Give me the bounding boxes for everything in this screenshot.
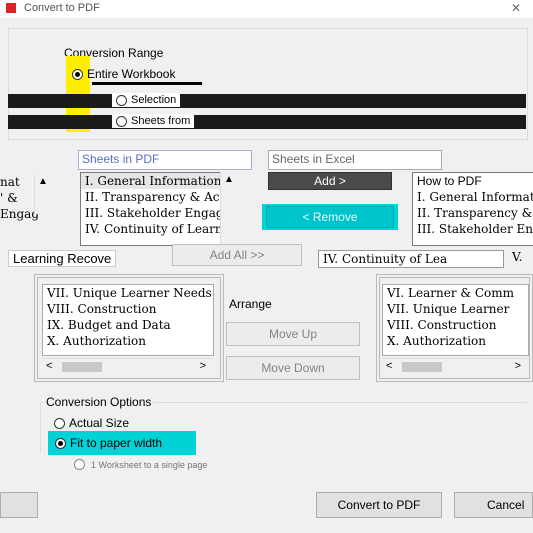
pdf-list-lower[interactable]: VII. Unique Learner Needs VIII. Construc… <box>42 284 214 356</box>
move-down-button[interactable]: Move Down <box>226 356 360 380</box>
scroll-up-icon[interactable]: ▲ <box>38 176 48 187</box>
fit-to-width-radio[interactable] <box>55 437 66 449</box>
fragment-text: nat <box>0 175 20 189</box>
entire-workbook-option[interactable]: Entire Workbook <box>72 67 175 81</box>
convert-button[interactable]: Convert to PDF <box>316 492 442 518</box>
pdf-app-icon <box>6 3 16 13</box>
sheets-from-option[interactable]: Sheets from <box>112 114 195 128</box>
close-icon[interactable]: ✕ <box>511 1 521 15</box>
sheets-in-pdf-header: Sheets in PDF <box>78 150 252 170</box>
single-page-option[interactable]: 1 Worksheet to a single page <box>74 459 207 470</box>
list-item[interactable]: How to PDF <box>413 173 533 189</box>
add-button[interactable]: Add > <box>268 172 392 190</box>
list-item[interactable]: I. General Information <box>81 173 221 189</box>
selection-option[interactable]: Selection <box>112 93 181 107</box>
list-item[interactable]: I. General Information <box>413 189 533 205</box>
sheets-in-pdf-list[interactable]: I. General Information II. Transparency … <box>80 172 222 246</box>
actual-size-label: Actual Size <box>69 416 130 430</box>
title-bar: Convert to PDF ✕ <box>0 0 533 18</box>
window-title: Convert to PDF <box>24 2 100 14</box>
list-item[interactable]: II. Transparency & Accountability <box>413 205 533 221</box>
fit-to-width-option[interactable]: Fit to paper width <box>55 436 162 450</box>
selection-radio[interactable] <box>116 94 127 106</box>
actual-size-radio[interactable] <box>54 417 65 429</box>
pdf-list-vscroll[interactable]: ▲ <box>220 172 237 244</box>
list-item[interactable]: VIII. Construction <box>43 301 213 317</box>
v-fragment: V. <box>512 250 523 264</box>
left-vscroll[interactable]: ▲ <box>34 174 51 214</box>
scroll-left-icon[interactable]: < <box>46 360 52 372</box>
continuity-fragment: IV. Continuity of Lea <box>318 250 504 268</box>
scroll-right-icon[interactable]: > <box>515 360 521 372</box>
sheets-from-label: Sheets from <box>131 115 191 127</box>
conversion-options-legend: Conversion Options <box>44 395 154 409</box>
entire-workbook-radio[interactable] <box>72 68 83 80</box>
single-page-radio[interactable] <box>74 459 85 470</box>
fragment-text: ' & <box>0 191 18 205</box>
scroll-left-icon[interactable]: < <box>386 360 392 372</box>
selection-label: Selection <box>131 94 177 106</box>
excel-list-hscroll[interactable]: < > <box>382 358 527 375</box>
list-item[interactable]: III. Stakeholder Engagement <box>81 205 221 221</box>
add-all-button[interactable]: Add All >> <box>172 244 302 266</box>
excel-list-lower[interactable]: VI. Learner & Comm VII. Unique Learner V… <box>382 284 529 356</box>
list-item[interactable]: VI. Learner & Comm <box>383 285 528 301</box>
list-item[interactable]: IV. Continuity of Learning <box>81 221 221 237</box>
sheets-in-excel-list[interactable]: How to PDF I. General Information II. Tr… <box>412 172 533 246</box>
scroll-thumb[interactable] <box>402 362 442 372</box>
list-item[interactable]: VII. Unique Learner Needs <box>43 285 213 301</box>
list-item[interactable]: IX. Budget and Data <box>43 317 213 333</box>
cancel-button[interactable]: Cancel <box>454 492 533 518</box>
fragment-text: Engag <box>0 207 40 221</box>
single-page-label: 1 Worksheet to a single page <box>91 459 208 470</box>
remove-button[interactable]: < Remove <box>266 206 394 228</box>
left-button[interactable] <box>0 492 38 518</box>
list-item[interactable]: VIII. Construction <box>383 317 528 333</box>
pdf-list-hscroll[interactable]: < > <box>42 358 212 375</box>
move-up-button[interactable]: Move Up <box>226 322 360 346</box>
actual-size-option[interactable]: Actual Size <box>54 416 129 430</box>
entire-workbook-label: Entire Workbook <box>87 67 176 81</box>
list-item[interactable]: III. Stakeholder Engagement <box>413 221 533 237</box>
scroll-up-icon[interactable]: ▲ <box>224 174 234 185</box>
fit-to-width-label: Fit to paper width <box>70 436 163 450</box>
scroll-right-icon[interactable]: > <box>200 360 206 372</box>
sheets-in-excel-header: Sheets in Excel <box>268 150 442 170</box>
list-item[interactable]: X. Authorization <box>383 333 528 349</box>
list-item[interactable]: VII. Unique Learner <box>383 301 528 317</box>
sheets-from-radio[interactable] <box>116 115 127 127</box>
scroll-thumb[interactable] <box>62 362 102 372</box>
list-item[interactable]: X. Authorization <box>43 333 213 349</box>
artifact-band-2 <box>8 115 526 129</box>
left-fragment-list: nat ' & Engag <box>0 174 40 222</box>
list-item[interactable]: II. Transparency & Accountability <box>81 189 221 205</box>
arrange-label: Arrange <box>229 297 272 311</box>
artifact-band <box>8 94 526 108</box>
learning-recovery-fragment: Learning Recove <box>8 250 117 267</box>
